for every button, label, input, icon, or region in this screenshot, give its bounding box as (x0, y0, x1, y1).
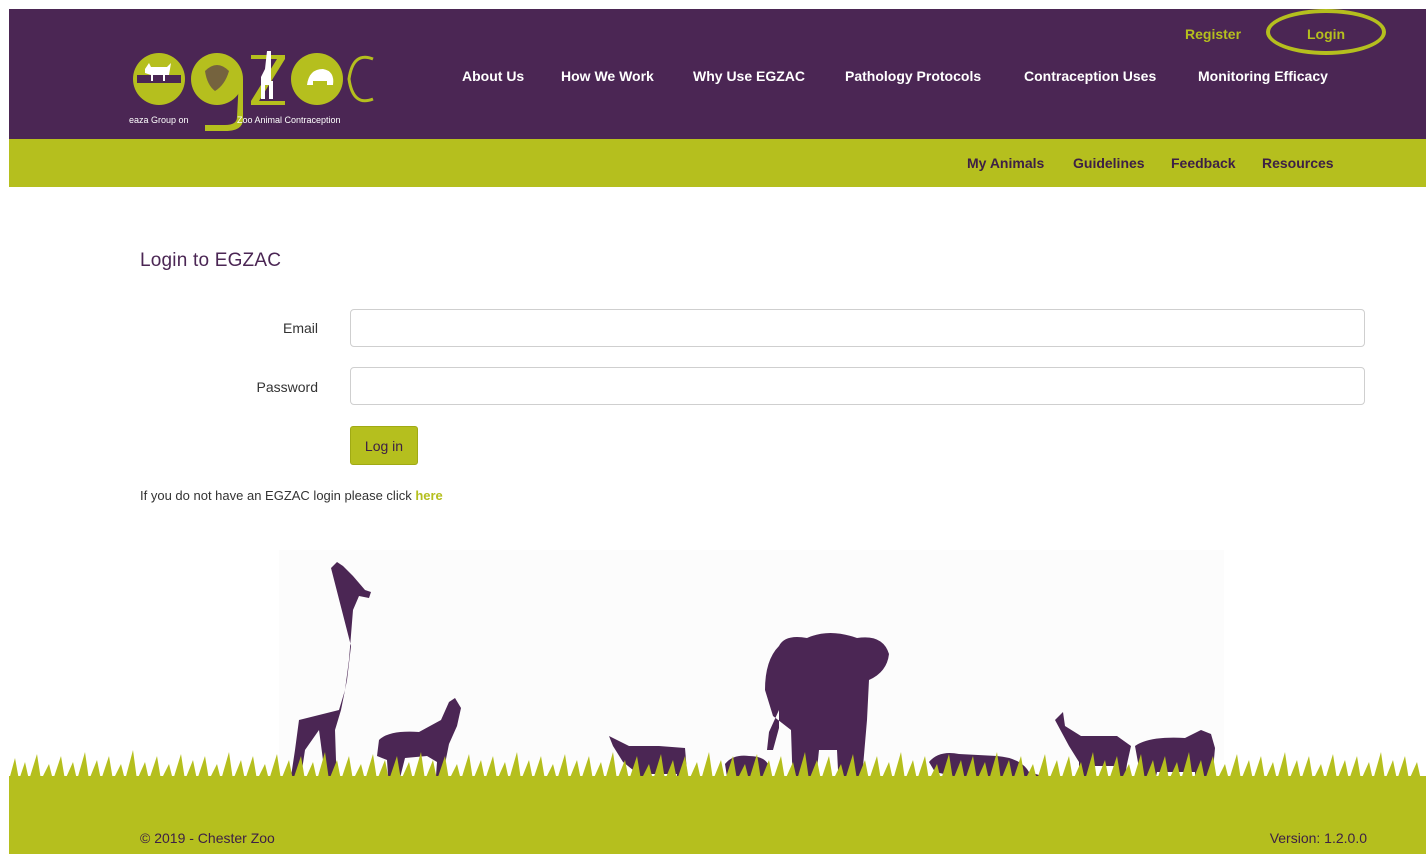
register-here-link[interactable]: here (415, 488, 442, 503)
password-field[interactable] (350, 367, 1365, 405)
copyright-text: © 2019 - Chester Zoo (140, 830, 275, 846)
top-header: eaza Group on Zoo Animal Contraception R… (9, 9, 1426, 139)
nav-about-us[interactable]: About Us (462, 68, 524, 84)
logo-subtext-2: Zoo Animal Contraception (237, 115, 341, 125)
subnav-guidelines[interactable]: Guidelines (1073, 155, 1145, 171)
subnav-feedback[interactable]: Feedback (1171, 155, 1236, 171)
register-hint: If you do not have an EGZAC login please… (140, 488, 443, 503)
nav-why-use-egzac[interactable]: Why Use EGZAC (693, 68, 805, 84)
email-label: Email (282, 320, 318, 336)
footer: © 2019 - Chester Zoo Version: 1.2.0.0 (9, 798, 1426, 854)
version-text: Version: 1.2.0.0 (1269, 830, 1367, 846)
savanna-illustration (9, 550, 1426, 800)
logo-subtext-1: eaza Group on (129, 115, 189, 125)
subnav-my-animals[interactable]: My Animals (967, 155, 1044, 171)
page-title: Login to EGZAC (140, 250, 282, 271)
nav-contraception-uses[interactable]: Contraception Uses (1024, 68, 1156, 84)
register-link[interactable]: Register (1185, 26, 1241, 42)
login-link[interactable]: Login (1307, 26, 1345, 42)
nav-how-we-work[interactable]: How We Work (561, 68, 654, 84)
password-label: Password (256, 379, 318, 395)
subnav-resources[interactable]: Resources (1262, 155, 1334, 171)
nav-pathology-protocols[interactable]: Pathology Protocols (845, 68, 981, 84)
egzac-logo[interactable]: eaza Group on Zoo Animal Contraception (127, 41, 377, 131)
register-hint-text: If you do not have an EGZAC login please… (140, 488, 416, 503)
login-button[interactable]: Log in (350, 426, 418, 465)
nav-monitoring-efficacy[interactable]: Monitoring Efficacy (1198, 68, 1328, 84)
email-field[interactable] (350, 309, 1365, 347)
